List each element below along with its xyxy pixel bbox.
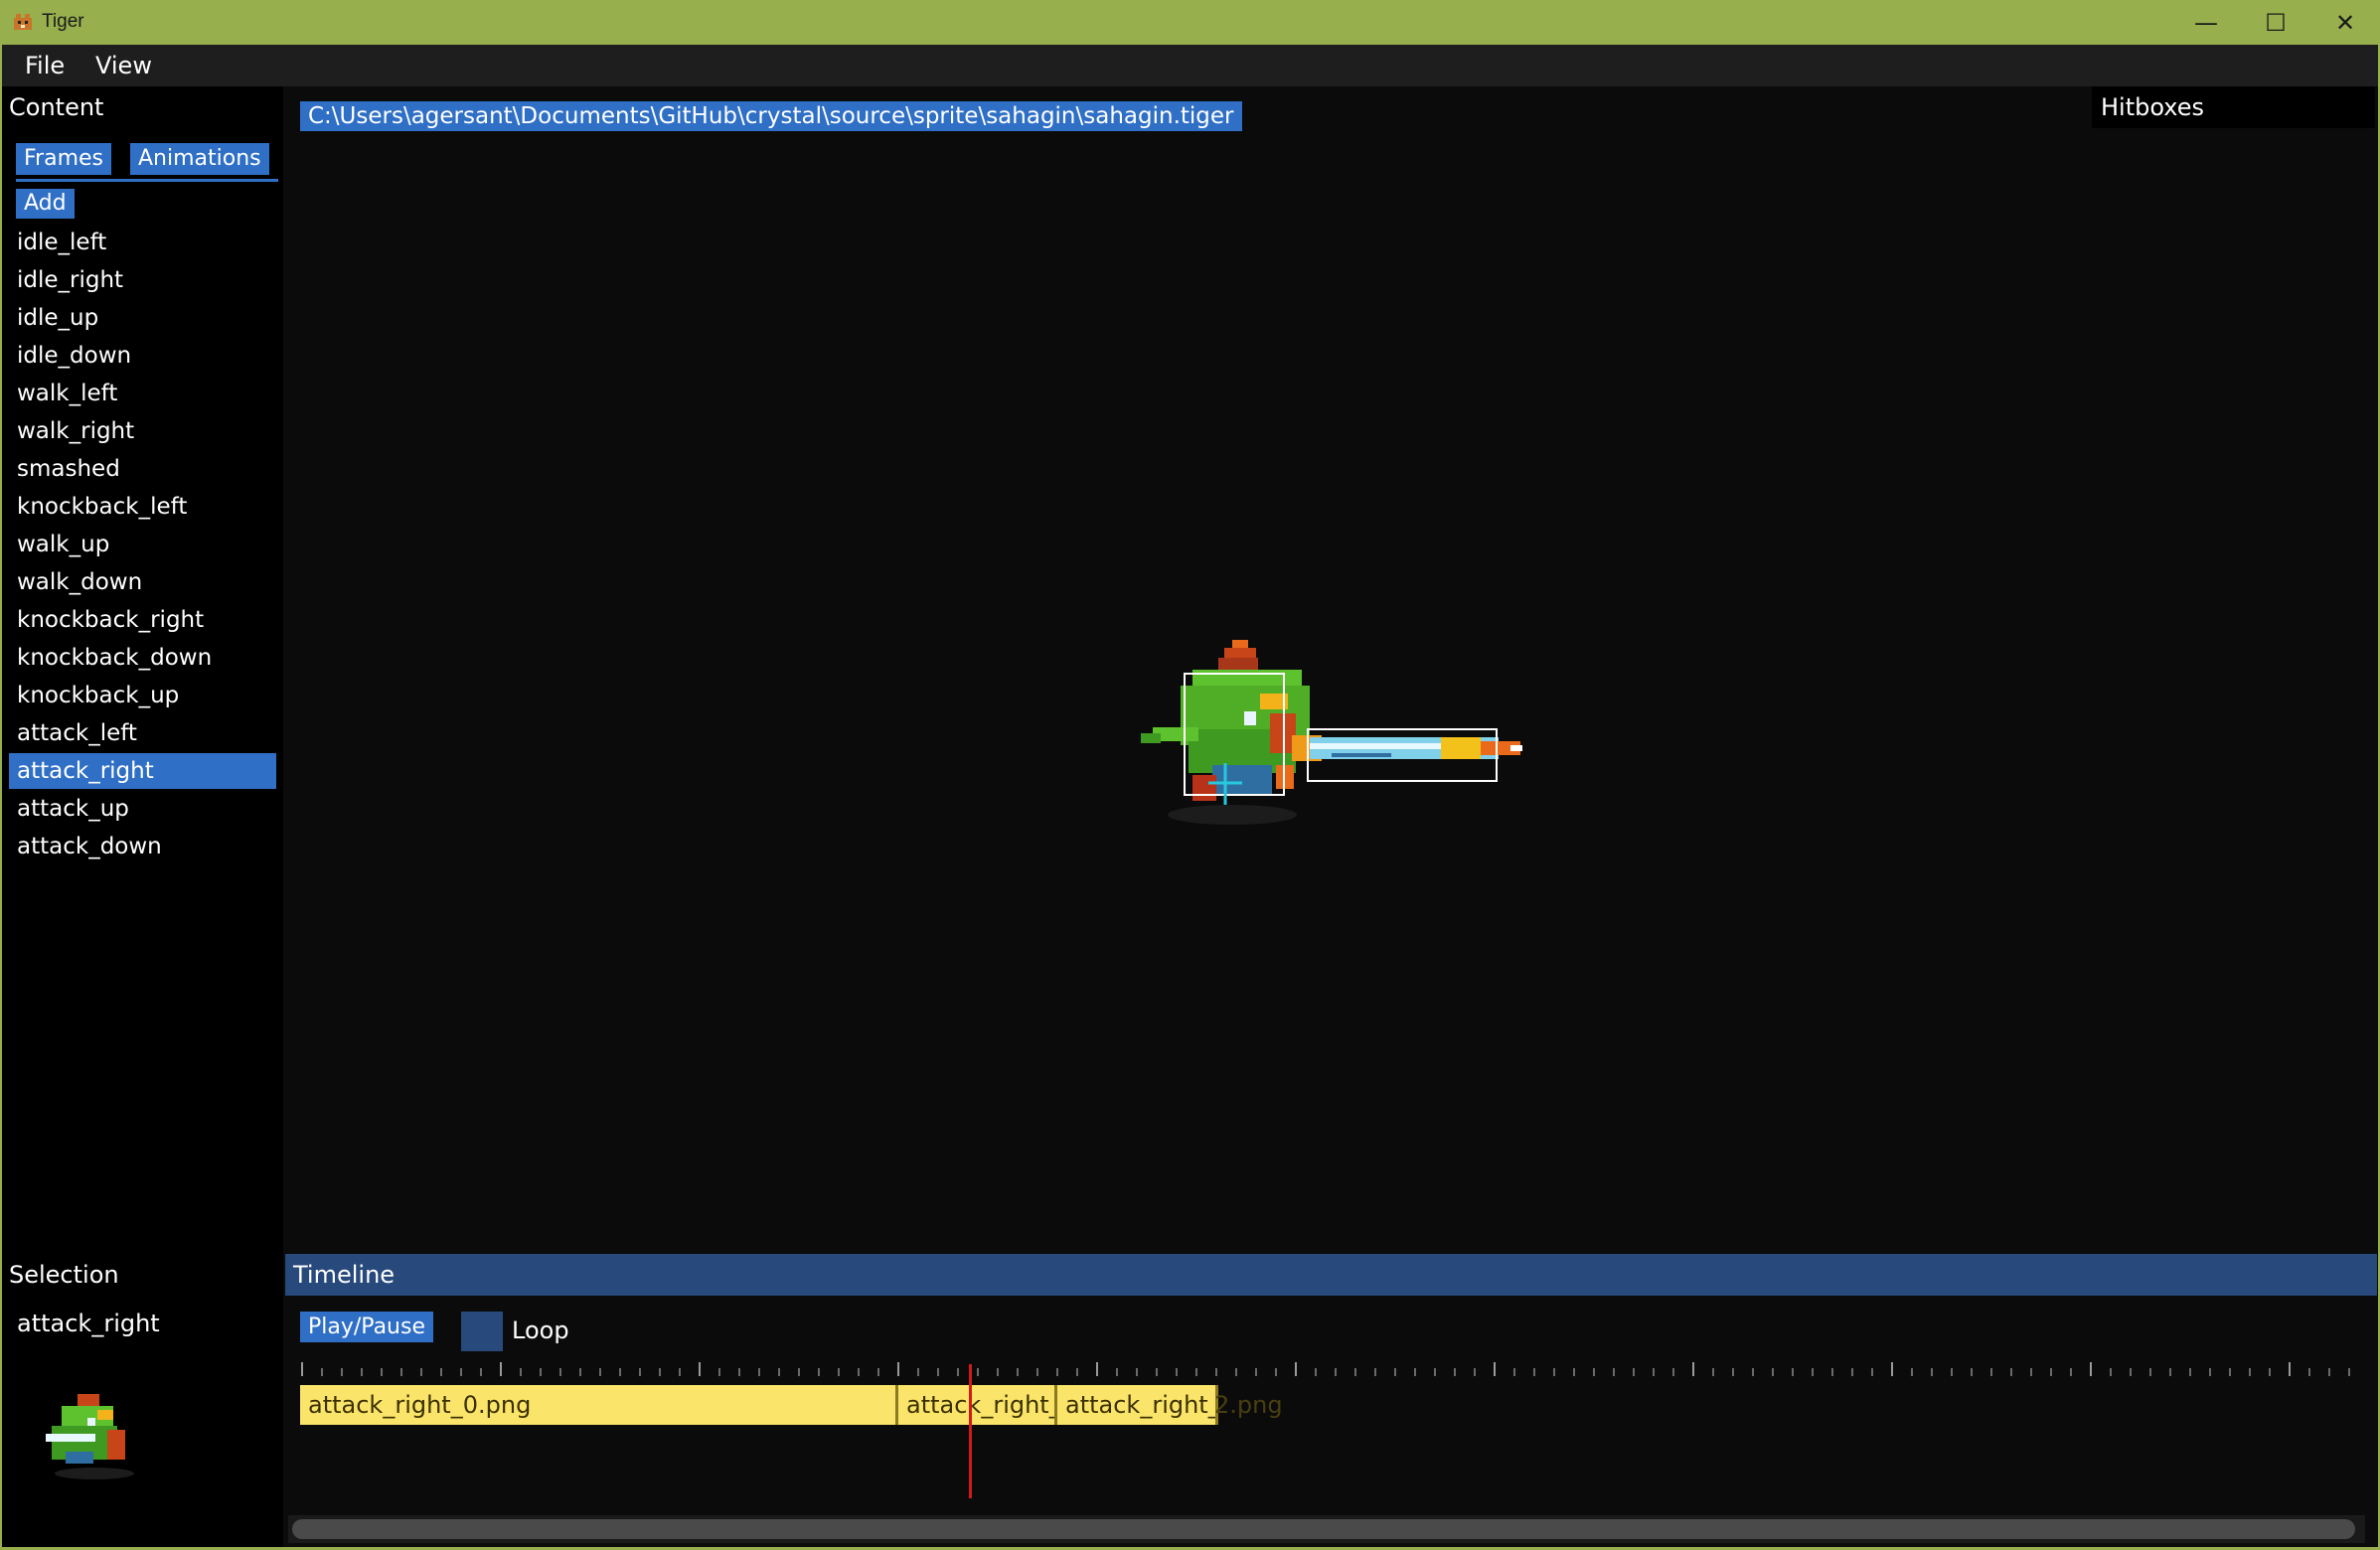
timeline-playhead[interactable] (969, 1364, 972, 1498)
menu-bar: File View (0, 45, 2380, 86)
minimize-icon: — (2194, 8, 2218, 37)
loop-label: Loop (512, 1317, 569, 1344)
animation-list-item[interactable]: idle_right (9, 262, 276, 298)
close-button[interactable]: ✕ (2310, 0, 2380, 45)
animation-list-item[interactable]: walk_up (9, 527, 276, 562)
tab-underline (16, 179, 278, 182)
animation-list-item[interactable]: walk_down (9, 564, 276, 600)
timeline-ruler[interactable] (300, 1356, 2357, 1380)
menu-view[interactable]: View (95, 52, 152, 79)
add-button[interactable]: Add (16, 189, 75, 219)
selection-thumbnail (46, 1394, 134, 1479)
tiger-app-icon (14, 14, 32, 30)
selection-panel-header: Selection (0, 1254, 283, 1296)
title-bar[interactable]: Tiger — ☐ ✕ (0, 0, 2380, 45)
animation-list-item[interactable]: attack_up (9, 791, 276, 827)
animation-list-item[interactable]: walk_left (9, 376, 276, 411)
animation-list-item[interactable]: knockback_right (9, 602, 276, 638)
content-panel-header: Content (0, 86, 283, 128)
animation-list-item[interactable]: walk_right (9, 413, 276, 449)
menu-file[interactable]: File (25, 52, 65, 79)
animation-list-item[interactable]: smashed (9, 451, 276, 487)
loop-checkbox[interactable] (461, 1312, 503, 1351)
animation-list-item[interactable]: idle_down (9, 338, 276, 374)
maximize-button[interactable]: ☐ (2241, 0, 2310, 45)
window-title: Tiger (42, 11, 84, 32)
window-border-left (0, 45, 2, 1550)
tab-frames[interactable]: Frames (16, 143, 112, 175)
document-path-tab[interactable]: C:\Users\agersant\Documents\GitHub\cryst… (300, 101, 1242, 131)
minimize-button[interactable]: — (2171, 0, 2241, 45)
play-pause-button[interactable]: Play/Pause (300, 1312, 433, 1342)
selection-name: attack_right (17, 1310, 160, 1337)
animation-list-item[interactable]: idle_up (9, 300, 276, 336)
timeline-frame-2[interactable]: attack_right_ (1057, 1385, 1218, 1425)
animation-list-item[interactable]: idle_left (9, 225, 276, 260)
timeline-panel-header: Timeline (285, 1254, 2377, 1296)
timeline-frame-1[interactable]: attack_right_ (898, 1385, 1057, 1425)
animation-list-item[interactable]: knockback_left (9, 489, 276, 525)
timeline-frame-0[interactable]: attack_right_0.png (300, 1385, 898, 1425)
close-icon: ✕ (2334, 8, 2356, 37)
animation-list-item[interactable]: attack_left (9, 715, 276, 751)
animation-list-item[interactable]: knockback_down (9, 640, 276, 676)
hitboxes-panel-header: Hitboxes (2092, 86, 2375, 128)
sprite-canvas-view[interactable] (1093, 616, 1550, 854)
timeline-frame-2-overflow: 2.png (1214, 1391, 1283, 1419)
animation-list-item[interactable]: attack_right (9, 753, 276, 789)
tab-animations[interactable]: Animations (130, 143, 269, 175)
maximize-icon: ☐ (2265, 8, 2287, 37)
timeline-scrollbar-thumb[interactable] (292, 1519, 2355, 1539)
animation-list-item[interactable]: knockback_up (9, 678, 276, 713)
animation-list-item[interactable]: attack_down (9, 829, 276, 864)
